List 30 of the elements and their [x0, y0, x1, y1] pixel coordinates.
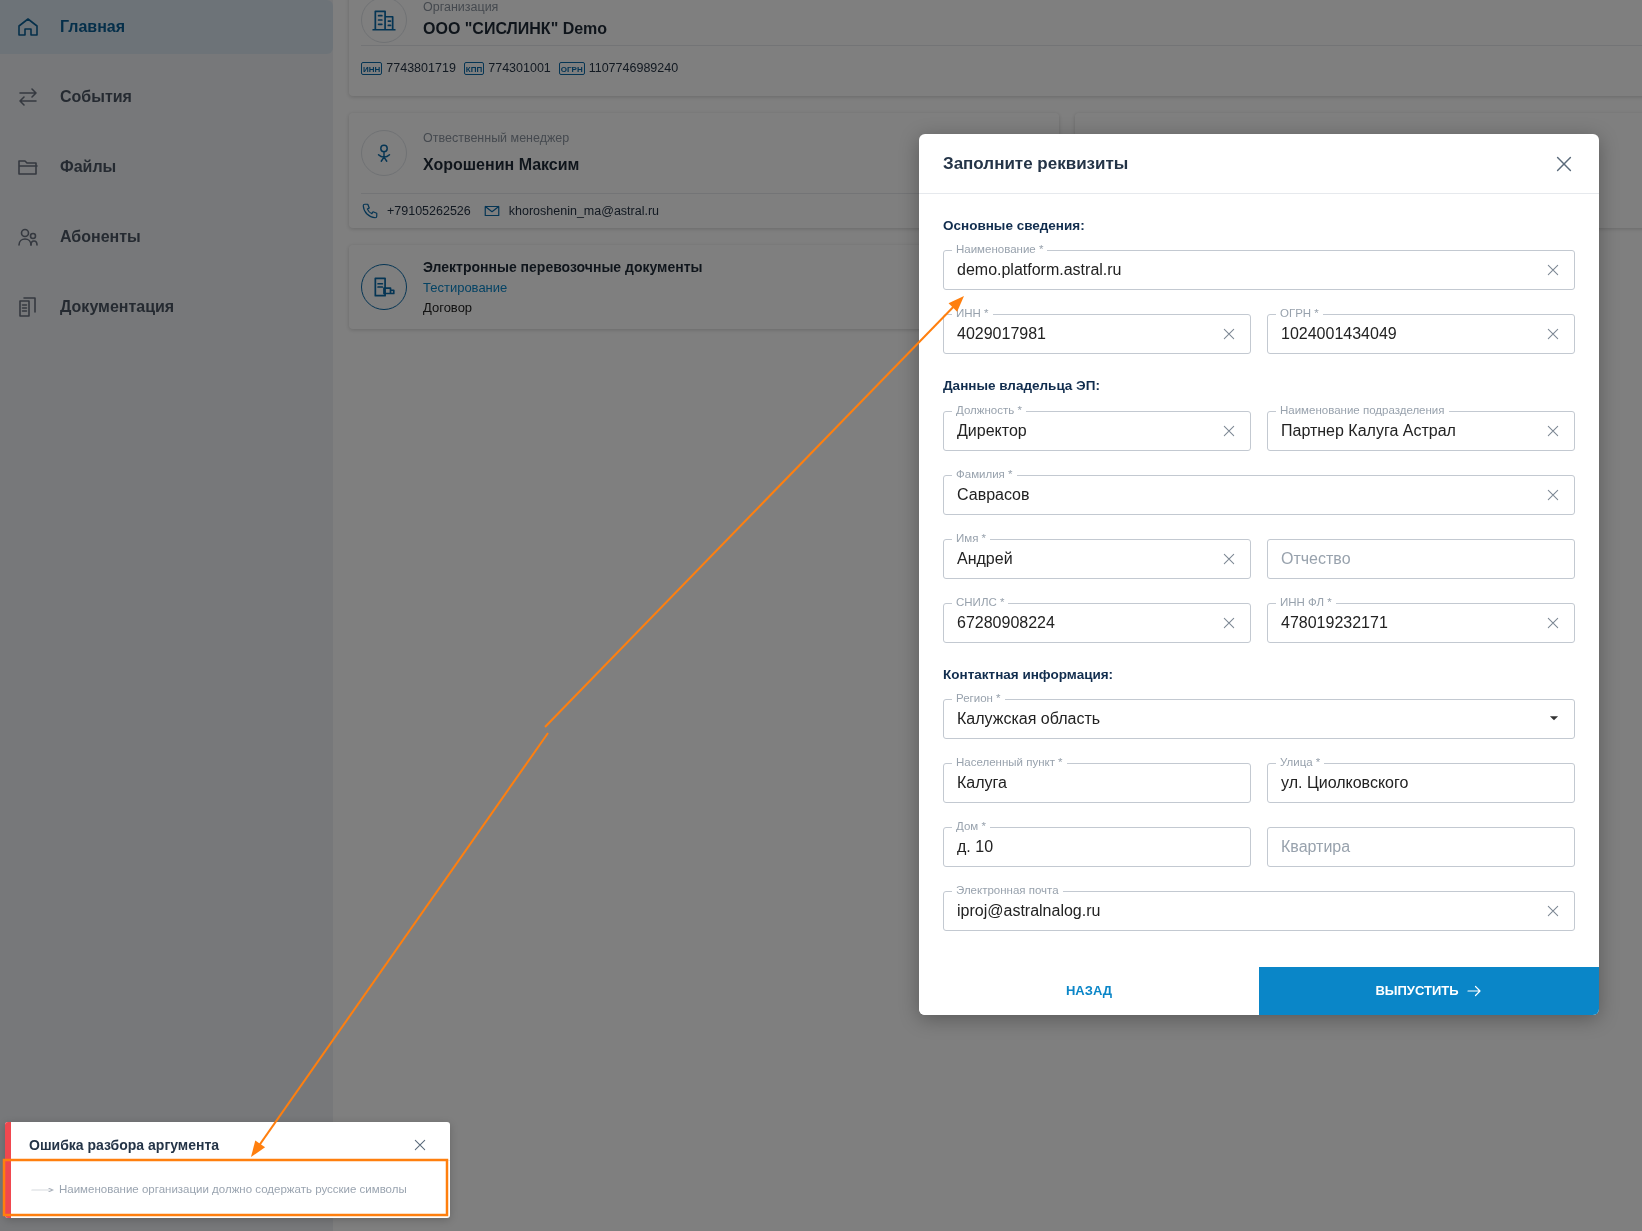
document-tag: ОГРН	[558, 61, 585, 75]
submit-button[interactable]: ВЫПУСТИТЬ	[1259, 966, 1599, 1015]
section-title: Основные сведения:	[943, 217, 1086, 235]
close-icon[interactable]	[412, 1137, 428, 1153]
service-title: Электронные перевозочные документы	[423, 258, 703, 277]
modal-title: Заполните реквизиты	[943, 152, 1129, 175]
organization-name: ООО "СИСЛИНК" Demo	[423, 18, 608, 39]
text-field[interactable]: Квартира	[1267, 826, 1575, 867]
manager-name: Хорошенин Максим	[423, 155, 580, 176]
swap-arrows-icon	[16, 85, 40, 109]
email-address: khoroshenin_ma@astral.ru	[508, 202, 660, 220]
document-tag: КПП	[463, 61, 485, 75]
section-title: Контактная информация:	[943, 665, 1115, 684]
code-value: 7743801719	[386, 59, 456, 77]
back-button[interactable]: НАЗАД	[919, 966, 1259, 1015]
document-drawing	[371, 274, 397, 300]
section-title: Данные владельца ЭП:	[943, 377, 1101, 396]
phone-number: +79105262526	[387, 202, 471, 220]
field-label: Отвественный менеджер	[423, 129, 571, 147]
contract-text: Договор	[423, 298, 474, 317]
phone-icon	[361, 202, 379, 220]
code-value: 774301001	[488, 59, 551, 77]
toast-title: Ошибка разбора аргумента	[29, 1135, 220, 1155]
field-label: Организация	[423, 0, 500, 17]
error-message: Наименование организации должно содержать русские символы	[59, 1181, 407, 1197]
status-text: Тестирование	[423, 279, 509, 297]
text-field[interactable]: Отчество	[1267, 538, 1575, 579]
document-tag: ИНН	[361, 61, 383, 75]
home-icon	[16, 15, 40, 39]
code-value: 1107746989240	[588, 59, 679, 77]
